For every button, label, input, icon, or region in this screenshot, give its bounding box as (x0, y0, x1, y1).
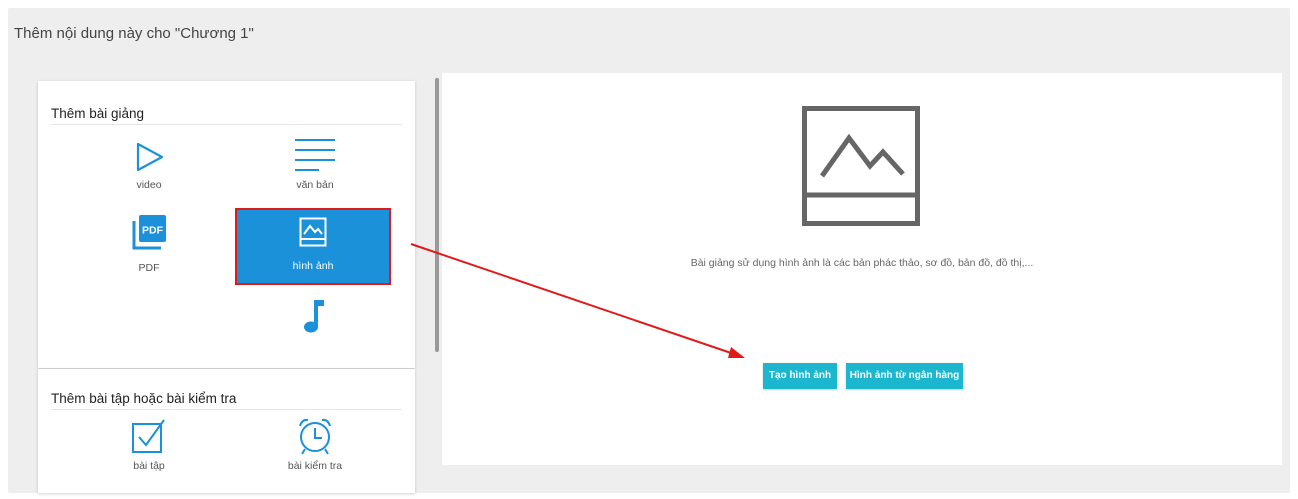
music-note-icon (304, 300, 324, 333)
alarm-clock-icon (299, 418, 331, 455)
large-image-icon (802, 106, 920, 226)
pdf-icon-text: PDF (142, 225, 164, 237)
lecture-item-label: PDF (138, 262, 160, 274)
exercise-item-label: bài tập (133, 460, 165, 472)
pdf-icon: PDF (132, 215, 166, 250)
lecture-item-label: văn bản (296, 179, 334, 191)
panel-description: Bài giảng sử dụng hình ảnh là các bản ph… (690, 257, 1034, 269)
divider (51, 124, 402, 125)
dialog-title: Thêm nội dung này cho "Chương 1" (14, 25, 254, 42)
scrollbar[interactable] (435, 78, 439, 352)
play-triangle-icon (136, 142, 164, 172)
add-content-dialog: Thêm nội dung này cho "Chương 1" Thêm bà… (8, 8, 1290, 493)
lecture-card: Thêm bài giảng video văn bản PDF PDF hìn… (38, 81, 415, 368)
divider (51, 409, 402, 410)
lecture-item-pdf[interactable]: PDF PDF (72, 208, 226, 286)
lecture-item-audio[interactable] (238, 291, 392, 341)
exercise-item-homework[interactable]: bài tập (72, 413, 226, 491)
lecture-item-text[interactable]: văn bản (238, 131, 392, 209)
lecture-section-title: Thêm bài giảng (51, 106, 145, 121)
content-preview-panel: Bài giảng sử dụng hình ảnh là các bản ph… (442, 73, 1282, 465)
create-image-button[interactable]: Tạo hình ảnh (763, 363, 837, 389)
lecture-item-label: video (136, 179, 162, 191)
exercise-item-label: bài kiểm tra (287, 460, 343, 472)
lecture-item-image[interactable]: hình ảnh (235, 208, 391, 285)
exercise-item-test[interactable]: bài kiểm tra (238, 413, 392, 491)
checkbox-icon (132, 419, 165, 453)
image-icon (299, 217, 327, 247)
exercise-section-title: Thêm bài tập hoặc bài kiểm tra (51, 391, 237, 406)
text-lines-icon (295, 139, 335, 171)
lecture-item-video[interactable]: video (72, 131, 226, 209)
exercise-card: Thêm bài tập hoặc bài kiểm tra bài tập b… (38, 369, 415, 493)
lecture-item-label: hình ảnh (292, 260, 334, 272)
image-bank-button[interactable]: Hình ảnh từ ngân hàng (846, 363, 963, 389)
